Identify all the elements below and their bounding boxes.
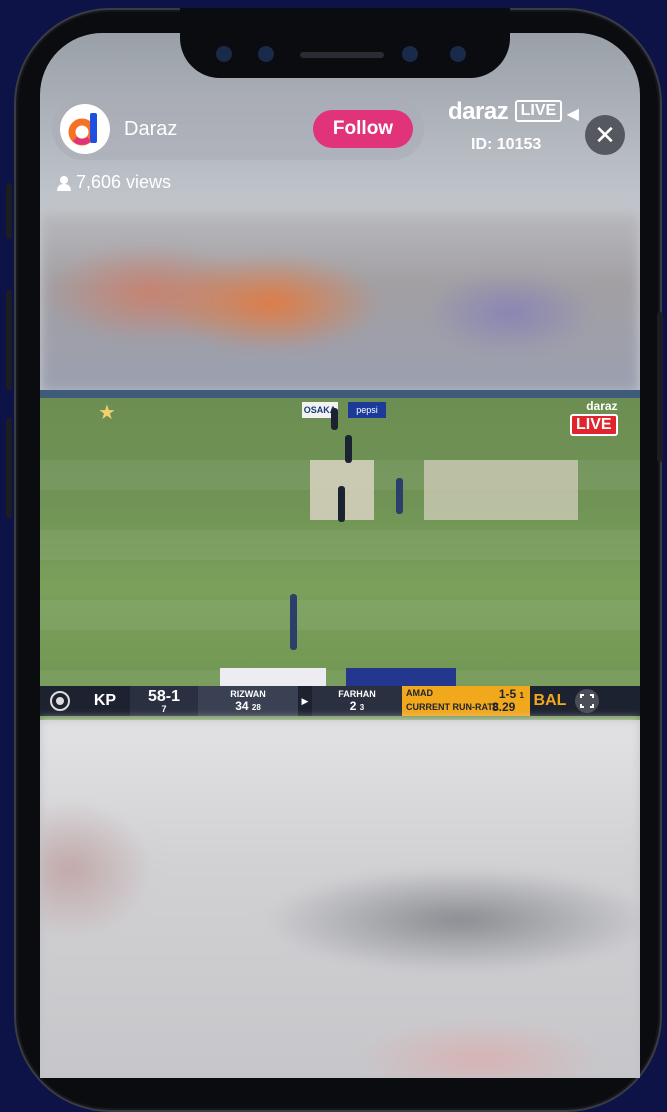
blurred-background-top (40, 213, 640, 393)
scoreboard: KP 58-1 7 RIZWAN 34 28 ▶ FARHAN 2 3 AMAD… (40, 686, 640, 716)
practice-pitch (424, 460, 578, 520)
player (396, 478, 403, 514)
phone-volume-up (6, 290, 12, 390)
camera-lens (216, 46, 232, 62)
phone-side-button (6, 183, 12, 239)
team-left: KP (93, 692, 117, 709)
bowler-name: AMAD (406, 688, 433, 698)
batter-1: RIZWAN 34 28 (198, 686, 298, 716)
daraz-avatar-icon[interactable] (60, 104, 110, 154)
run-rate-value: 8.29 (492, 700, 516, 714)
run-rate-label: CURRENT RUN-RATE (406, 702, 499, 712)
camera-lens (258, 46, 274, 62)
follow-button[interactable]: Follow (313, 110, 413, 148)
team-score: 58-1 7 (130, 686, 198, 716)
player (345, 435, 352, 463)
team-crest-icon (40, 686, 80, 716)
grass-stripe (40, 600, 640, 630)
sightscreen-white (220, 668, 326, 688)
camera-lens (402, 46, 418, 62)
stream-id: ID: 10153 (471, 136, 542, 153)
live-video-player[interactable]: OSAKA pepsi KP 58-1 7 RIZWAN 34 28 ▶ FAR… (40, 390, 640, 720)
phone-volume-down (6, 418, 12, 518)
view-count: 7,606 views (56, 172, 171, 193)
live-badge: LIVE (514, 100, 563, 122)
person-icon (57, 175, 71, 191)
blurred-background-bottom (40, 720, 640, 1078)
earpiece-speaker (300, 52, 384, 58)
batter-2: FARHAN 2 3 (312, 686, 402, 716)
team-right: BAL (533, 692, 567, 709)
close-button[interactable]: ✕ (585, 115, 625, 155)
phone-power-button (657, 312, 663, 462)
sightscreen-blue (346, 668, 456, 688)
watermark-wordmark: daraz (586, 399, 618, 413)
player (331, 408, 338, 430)
batter2-balls: 3 (359, 703, 365, 712)
overs-value: 7 (161, 703, 167, 714)
watermark-live-badge: LIVE (570, 414, 618, 436)
daraz-live-logo: daraz LIVE ◀ (448, 98, 579, 126)
channel-name[interactable]: Daraz (124, 118, 177, 141)
bowler-panel: AMAD 1-5 1 CURRENT RUN-RATE 8.29 (402, 686, 530, 716)
brand-wordmark: daraz (448, 98, 509, 125)
video-watermark: daraz LIVE (570, 399, 618, 436)
billboard-pepsi: pepsi (348, 402, 386, 418)
striker-arrow-icon: ▶ (301, 695, 309, 706)
batter2-runs: 2 (349, 699, 357, 713)
player (338, 486, 345, 522)
batter1-balls: 28 (251, 703, 261, 712)
player (290, 594, 297, 650)
star-icon: ★ (98, 402, 116, 424)
score-value: 58-1 (147, 687, 181, 705)
bowler-figures: 1-5 (498, 687, 517, 701)
stadium-stands (40, 390, 640, 398)
batter1-runs: 34 (235, 699, 249, 713)
close-icon: ✕ (594, 119, 616, 150)
views-label: 7,606 views (76, 172, 172, 192)
channel-header: Daraz Follow (52, 98, 424, 160)
bowler-overs: 1 (519, 691, 524, 700)
speaker-icon: ◀ (566, 106, 579, 123)
camera-lens (450, 46, 466, 62)
fullscreen-icon[interactable] (570, 686, 604, 716)
grass-stripe (40, 530, 640, 560)
phone-notch (180, 8, 510, 78)
